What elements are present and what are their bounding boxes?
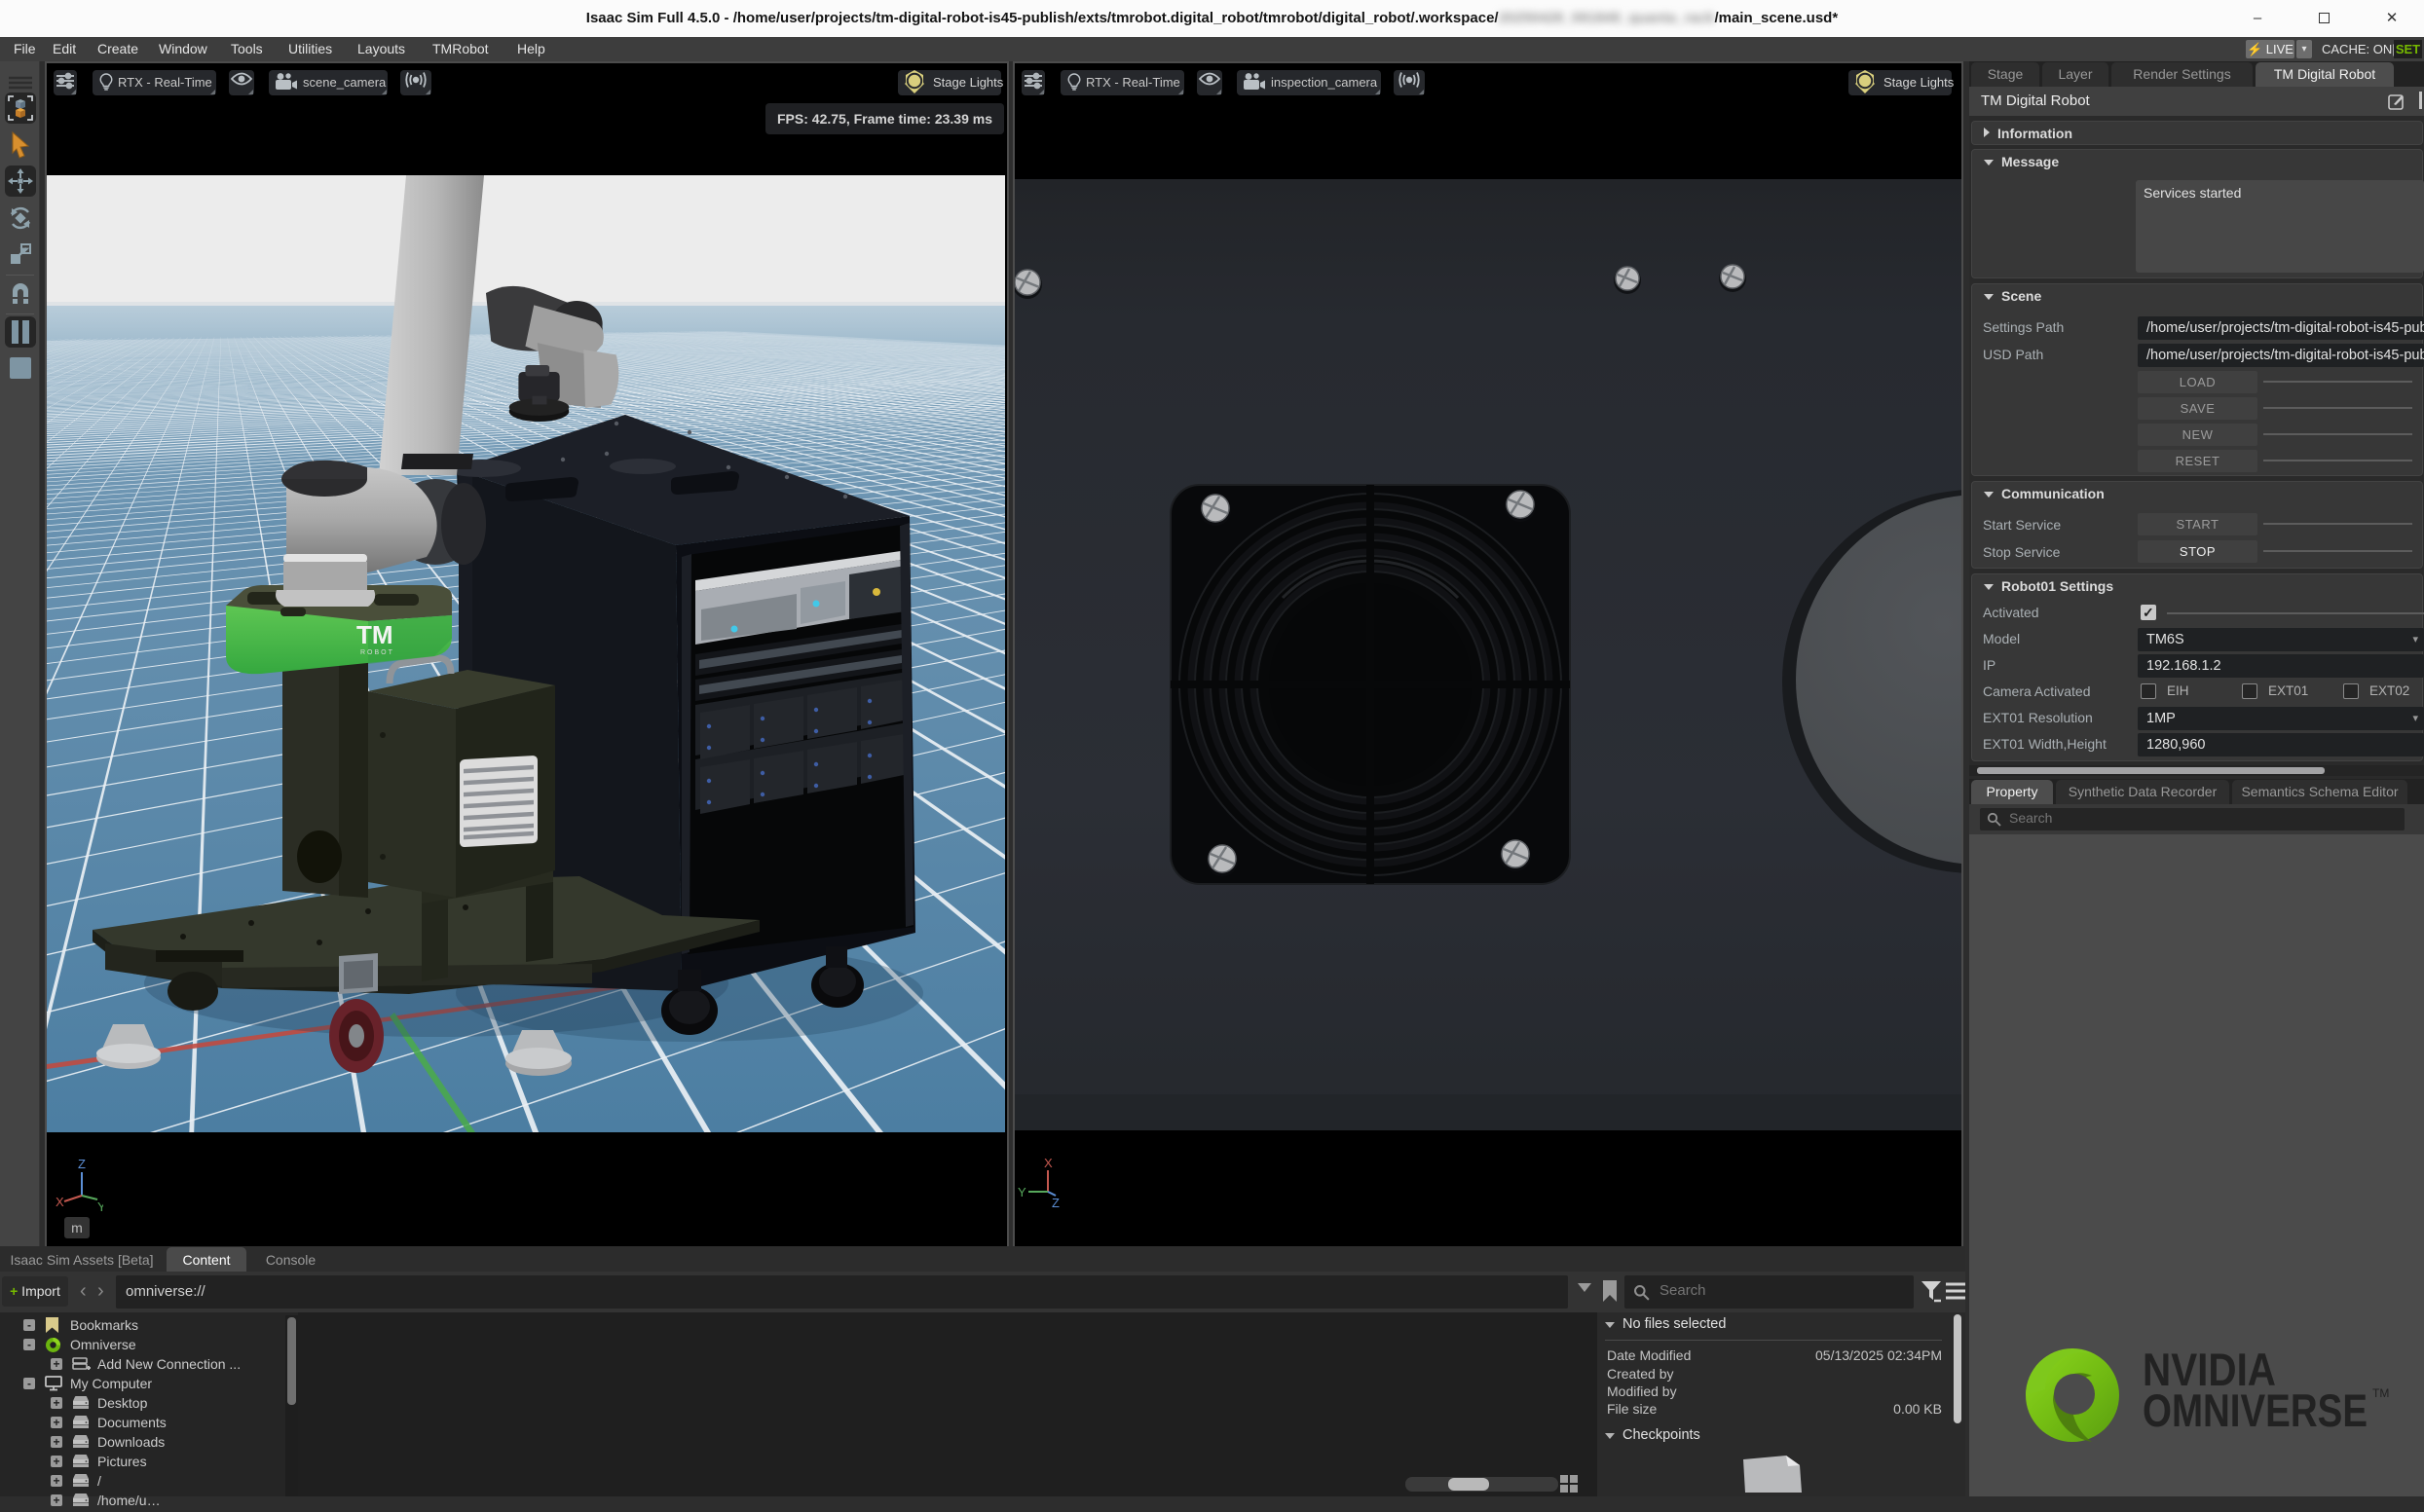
svg-text:TM: TM [356,620,393,649]
svg-text:Y: Y [97,1199,103,1214]
svg-text:X: X [1044,1159,1053,1170]
svg-text:Z: Z [1052,1196,1060,1210]
svg-text:Y: Y [1018,1185,1026,1199]
svg-text:TM: TM [2372,1386,2389,1400]
svg-text:OMNIVERSE: OMNIVERSE [2143,1384,2368,1436]
svg-text:Z: Z [78,1159,86,1171]
svg-text:X: X [56,1195,64,1209]
svg-text:ROBOT: ROBOT [360,649,394,656]
